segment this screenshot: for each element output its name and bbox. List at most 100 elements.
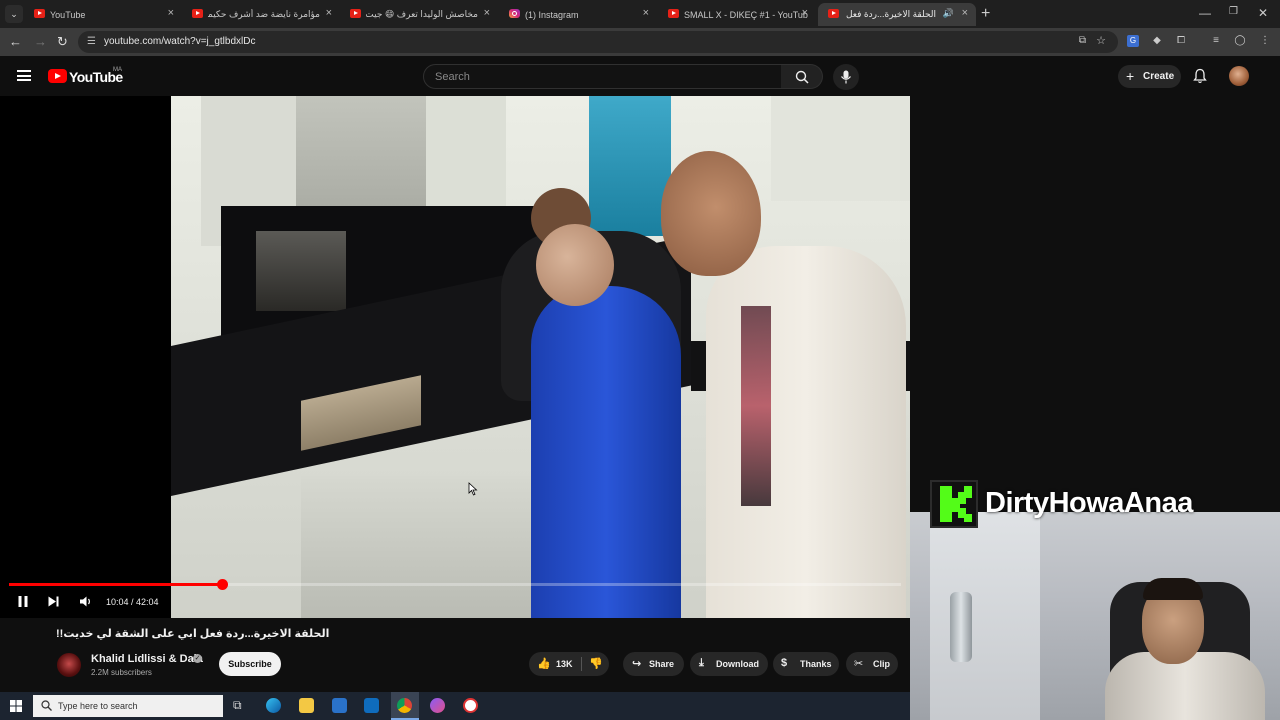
chrome-icon [397, 698, 412, 713]
translate-extension-icon[interactable]: G [1127, 35, 1139, 47]
windows-taskbar: Type here to search ⧉ [0, 692, 910, 720]
tab-audio-icon[interactable]: 🔊 [943, 8, 954, 19]
taskbar-search-placeholder: Type here to search [58, 701, 138, 711]
tab-close-icon[interactable]: × [962, 7, 968, 19]
app-icon[interactable] [430, 698, 445, 713]
plus-icon: + [1126, 68, 1135, 84]
tab-title: الحلقة الاخيرة...ردة فعل ابي [844, 9, 936, 19]
browser-tab-hakimi[interactable]: مؤامرة نايضة ضد أشرف حكيمي × [182, 3, 340, 26]
browser-tab-small-x[interactable]: SMALL X - DIKEÇ #1 - YouTube × [658, 3, 816, 26]
tab-close-icon[interactable]: × [802, 7, 808, 19]
site-info-icon[interactable]: ☰ [87, 36, 96, 47]
browser-menu-icon[interactable]: ⋮ [1259, 35, 1271, 47]
like-thumb-icon[interactable]: 👍 [537, 657, 551, 670]
subscribe-button[interactable]: Subscribe [219, 652, 281, 676]
video-frame[interactable] [171, 96, 910, 618]
instagram-favicon-icon [509, 9, 520, 18]
youtube-favicon-icon [350, 9, 361, 18]
reload-icon[interactable]: ↻ [57, 34, 68, 50]
share-label: Share [649, 659, 675, 669]
youtube-favicon-icon [828, 9, 839, 18]
tab-title: (1) Instagram [525, 9, 579, 20]
window-close-icon[interactable]: ✕ [1258, 6, 1268, 20]
progress-bar[interactable] [9, 579, 901, 590]
verified-check-icon: ✓ [193, 654, 202, 663]
share-arrow-icon: ↪ [632, 658, 642, 670]
browser-tab-instagram[interactable]: (1) Instagram × [499, 3, 657, 26]
extension-diamond-icon[interactable]: ◆ [1151, 35, 1163, 47]
search-placeholder: Search [435, 71, 470, 83]
create-button[interactable]: + Create [1118, 65, 1181, 88]
browser-tab-youtube[interactable]: YouTube × [24, 3, 182, 26]
create-label: Create [1143, 71, 1175, 82]
restore-icon[interactable]: ❐ [1229, 6, 1238, 17]
like-dislike-group: 👍 13K 👎 [529, 652, 609, 676]
thanks-label: Thanks [800, 659, 832, 669]
download-button[interactable]: ⤓ Download [690, 652, 768, 676]
address-bar[interactable]: ☰ youtube.com/watch?v=j_gtlbdxlDc ⧉ ☆ [78, 31, 1118, 53]
notifications-bell-icon[interactable] [1193, 68, 1207, 84]
video-player[interactable]: 10:04 / 42:04 [0, 96, 910, 618]
like-count[interactable]: 13K [556, 659, 573, 669]
minimize-icon[interactable]: — [1199, 6, 1211, 20]
dislike-thumb-icon[interactable]: 👎 [589, 657, 603, 670]
next-video-icon[interactable] [47, 595, 60, 608]
search-input[interactable]: Search [423, 64, 782, 89]
obs-icon[interactable] [463, 698, 478, 713]
url-text[interactable]: youtube.com/watch?v=j_gtlbdxlDc [104, 36, 255, 47]
clip-label: Clip [873, 659, 890, 669]
clip-button[interactable]: ✂ Clip [846, 652, 898, 676]
profile-icon[interactable]: ◯ [1234, 35, 1246, 47]
new-tab-button[interactable]: + [981, 5, 990, 23]
super-thanks-icon: $ [781, 657, 788, 669]
search-button[interactable] [781, 64, 823, 89]
hamburger-menu-icon[interactable] [17, 70, 31, 81]
tab-close-icon[interactable]: × [484, 7, 490, 19]
download-icon: ⤓ [699, 657, 704, 669]
browser-tab-active-video[interactable]: الحلقة الاخيرة...ردة فعل ابي 🔊 × [818, 3, 976, 26]
tab-close-icon[interactable]: × [326, 7, 332, 19]
channel-avatar[interactable] [57, 653, 81, 677]
tab-close-icon[interactable]: × [168, 7, 174, 19]
youtube-masthead: YouTube MA Search + Create [0, 56, 1280, 96]
tab-title: مؤامرة نايضة ضد أشرف حكيمي [208, 9, 320, 19]
search-icon [41, 700, 52, 711]
volume-icon[interactable] [79, 595, 93, 608]
edge-icon[interactable] [266, 698, 281, 713]
bookmark-star-icon[interactable]: ☆ [1096, 34, 1106, 47]
tab-title: SMALL X - DIKEÇ #1 - YouTube [684, 9, 808, 20]
youtube-logo-icon[interactable] [48, 69, 67, 83]
download-label: Download [716, 659, 759, 669]
browser-tab-strip: ⌄ YouTube × مؤامرة نايضة ضد أشرف حكيمي ×… [0, 0, 1280, 28]
taskbar-search-box[interactable]: Type here to search [33, 695, 223, 717]
file-explorer-icon[interactable] [299, 698, 314, 713]
youtube-favicon-icon [192, 9, 203, 18]
thanks-button[interactable]: $ Thanks [773, 652, 839, 676]
webcam-overlay [910, 512, 1280, 720]
search-icon [795, 70, 809, 84]
outlook-icon[interactable] [364, 698, 379, 713]
task-view-icon[interactable]: ⧉ [233, 698, 242, 713]
microphone-icon [841, 70, 851, 84]
mouse-cursor-icon [468, 482, 478, 496]
reading-list-icon[interactable]: ≡ [1210, 35, 1222, 47]
back-arrow-icon[interactable]: ← [9, 34, 22, 49]
chrome-taskbar-slot[interactable] [391, 692, 419, 720]
tab-close-icon[interactable]: × [643, 7, 649, 19]
channel-name[interactable]: Khalid Lidlissi & Dala [91, 653, 203, 665]
install-app-icon[interactable]: ⧉ [1079, 35, 1086, 46]
pause-icon[interactable] [17, 595, 29, 608]
share-button[interactable]: ↪ Share [623, 652, 684, 676]
tab-search-button[interactable]: ⌄ [5, 5, 23, 23]
voice-search-button[interactable] [833, 64, 859, 90]
forward-arrow-icon[interactable]: → [34, 34, 47, 49]
account-avatar[interactable] [1229, 66, 1249, 86]
divider [581, 657, 582, 671]
youtube-favicon-icon [34, 9, 45, 18]
extensions-puzzle-icon[interactable]: ⧠ [1175, 35, 1187, 47]
microsoft-store-icon[interactable] [332, 698, 347, 713]
windows-start-icon[interactable] [10, 700, 22, 712]
progress-fill [9, 583, 223, 586]
browser-tab-wlida[interactable]: مخاصش الوليدا تعرف 😄 جيت × [340, 3, 498, 26]
country-code: MA [113, 67, 122, 73]
